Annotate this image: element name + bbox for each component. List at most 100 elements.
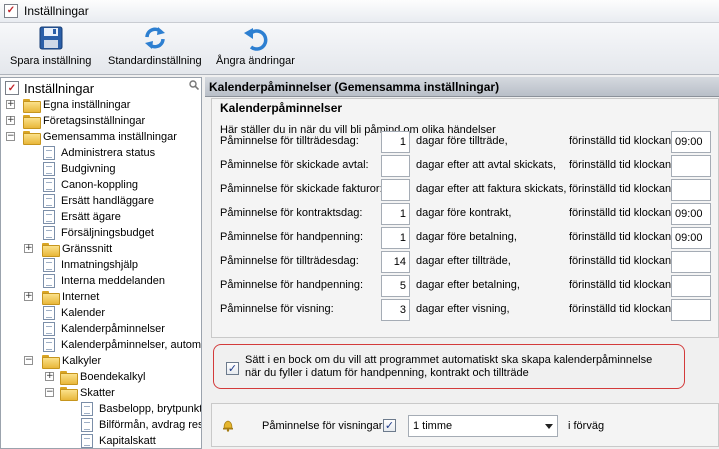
time-input[interactable] [671, 275, 711, 297]
tree-item[interactable]: Boendekalkyl [60, 369, 145, 385]
reminder-row-label: Påminnelse för tillträdesdag: [220, 255, 359, 267]
undo-button-label: Ångra ändringar [216, 55, 295, 67]
time-input[interactable] [671, 179, 711, 201]
tree-item-label: Skatter [80, 387, 115, 399]
tree-item[interactable]: Canon-koppling [43, 177, 138, 193]
tree-item-label: Canon-koppling [61, 179, 139, 191]
days-input[interactable]: 1 [381, 131, 410, 153]
tree-item[interactable]: Kalkyler [42, 353, 101, 369]
tree-item[interactable]: Gemensamma inställningar [23, 129, 177, 145]
tree-expander[interactable]: + [6, 100, 15, 109]
preset-time-label: förinställd tid klockan [569, 255, 672, 267]
document-icon [81, 434, 93, 448]
default-settings-label: Standardinställning [108, 55, 202, 67]
tree-item-label: Administrera status [61, 147, 156, 159]
tree-item[interactable]: Kalenderpåminnelser, automat [43, 337, 201, 353]
tree-root[interactable]: ✓ Inställningar [5, 80, 94, 96]
days-input[interactable]: 1 [381, 203, 410, 225]
tree-item[interactable]: Ersätt handläggare [43, 193, 154, 209]
time-input[interactable]: 09:00 [671, 131, 711, 153]
tree-item[interactable]: Kapitalskatt [81, 433, 156, 448]
time-input[interactable] [671, 299, 711, 321]
document-icon [43, 146, 55, 160]
auto-reminder-line2: när du fyller i datum för handpenning, k… [245, 367, 529, 379]
days-description: dagar efter tillträde, [416, 255, 511, 267]
refresh-arrows-icon [141, 25, 169, 51]
tree-item[interactable]: Kalenderpåminnelser [43, 321, 165, 337]
tree-item[interactable]: Bilförmån, avdrag reso [81, 417, 202, 433]
save-button[interactable]: Spara inställning [10, 25, 91, 67]
time-input[interactable] [671, 251, 711, 273]
reminder-row-label: Påminnelse för skickade fakturor: [220, 183, 383, 195]
document-icon [43, 306, 55, 320]
days-input[interactable]: 14 [381, 251, 410, 273]
tree-expander[interactable]: − [6, 132, 15, 141]
folder-icon [60, 371, 78, 385]
tree-item[interactable]: Gränssnitt [42, 241, 112, 257]
reminder-row-label: Påminnelse för handpenning: [220, 279, 364, 291]
tree-expander[interactable]: − [24, 356, 33, 365]
bell-icon [221, 418, 235, 432]
days-input[interactable]: 1 [381, 227, 410, 249]
tree-expander[interactable]: + [24, 244, 33, 253]
tree-item[interactable]: Basbelopp, brytpunkte [81, 401, 201, 417]
title-bar: ✓ Inställningar [0, 0, 719, 23]
document-icon [43, 162, 55, 176]
folder-icon [60, 387, 78, 401]
tree-item[interactable]: Skatter [60, 385, 115, 401]
reminders-group: Kalenderpåminnelser Här ställer du in nä… [211, 98, 719, 338]
tree-item-label: Bilförmån, avdrag reso [99, 419, 202, 431]
reminder-time-value: 1 timme [413, 420, 453, 432]
tree-expander[interactable]: + [45, 372, 54, 381]
tree-item[interactable]: Inmatningshjälp [43, 257, 138, 273]
tree-item[interactable]: Administrera status [43, 145, 155, 161]
viewing-reminder-checkbox[interactable]: ✓ [383, 419, 396, 432]
preset-time-label: förinställd tid klockan [569, 135, 672, 147]
tree-item[interactable]: Budgivning [43, 161, 115, 177]
tree-item-label: Kalender [61, 307, 106, 319]
search-icon[interactable] [189, 80, 200, 91]
tree-expander[interactable]: + [6, 116, 15, 125]
reminder-row-label: Påminnelse för skickade avtal: [220, 159, 369, 171]
document-icon [43, 322, 55, 336]
tree-item[interactable]: Försäljningsbudget [43, 225, 154, 241]
save-button-label: Spara inställning [10, 55, 92, 67]
tree-item[interactable]: Kalender [43, 305, 105, 321]
chevron-down-icon [545, 424, 553, 429]
days-input[interactable] [381, 155, 410, 177]
tree-root-label: Inställningar [24, 80, 95, 96]
window-title: Inställningar [24, 4, 89, 18]
days-description: dagar efter betalning, [416, 279, 520, 291]
tree-expander[interactable]: + [24, 292, 33, 301]
document-icon [81, 418, 93, 432]
days-input[interactable]: 3 [381, 299, 410, 321]
tree-item-label: Budgivning [61, 163, 116, 175]
days-input[interactable]: 5 [381, 275, 410, 297]
preset-time-label: förinställd tid klockan [569, 207, 672, 219]
reminder-row-label: Påminnelse för tillträdesdag: [220, 135, 359, 147]
tree-expander[interactable]: − [45, 388, 54, 397]
tree-item-label: Företagsinställningar [43, 115, 146, 127]
document-icon [43, 194, 55, 208]
settings-root-icon: ✓ [5, 81, 19, 95]
tree-item-label: Kalenderpåminnelser [61, 323, 165, 335]
tree-item-label: Boendekalkyl [80, 371, 146, 383]
document-icon [43, 274, 55, 288]
time-input[interactable] [671, 155, 711, 177]
default-settings-button[interactable]: Standardinställning [108, 25, 202, 67]
floppy-disk-icon [37, 25, 65, 51]
tree-item-label: Kalkyler [62, 355, 102, 367]
tree-item[interactable]: Ersätt ägare [43, 209, 121, 225]
tree-item[interactable]: Internet [42, 289, 99, 305]
tree-item[interactable]: Interna meddelanden [43, 273, 165, 289]
days-input[interactable] [381, 179, 410, 201]
reminder-time-select[interactable]: 1 timme [408, 415, 558, 437]
time-input[interactable]: 09:00 [671, 227, 711, 249]
auto-reminder-checkbox[interactable]: ✓ [226, 362, 239, 375]
undo-button[interactable]: Ångra ändringar [216, 25, 295, 67]
preset-time-label: förinställd tid klockan [569, 183, 672, 195]
time-input[interactable]: 09:00 [671, 203, 711, 225]
tree-item[interactable]: Företagsinställningar [23, 113, 145, 129]
toolbar: Spara inställning Standardinställning Ån… [0, 23, 719, 75]
tree-item[interactable]: Egna inställningar [23, 97, 130, 113]
